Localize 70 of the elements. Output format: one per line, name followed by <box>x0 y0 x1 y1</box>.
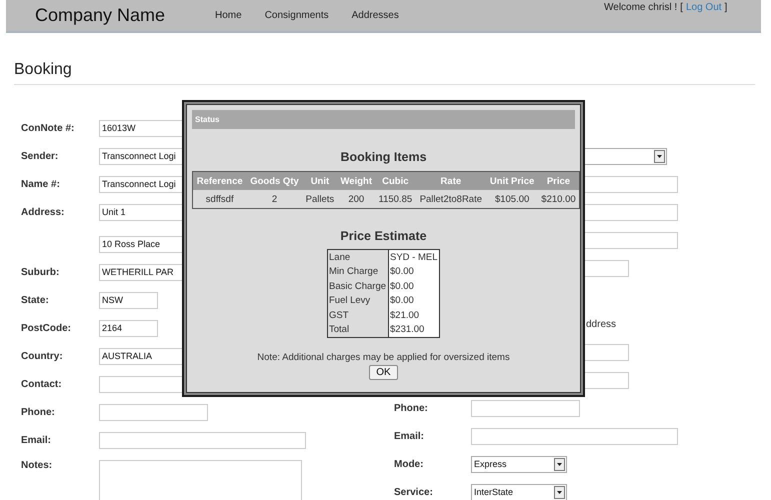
table-cell: Pallet2to8Rate <box>415 190 486 208</box>
field-label: Contact: <box>21 378 63 390</box>
table-cell: $0.00 <box>388 264 440 279</box>
table-cell: SYD - MEL <box>388 250 440 264</box>
input-field[interactable]: NSW <box>99 292 158 308</box>
field-label: Email: <box>394 430 426 442</box>
caret-icon <box>554 486 565 498</box>
table-cell: $210.00 <box>538 190 580 208</box>
field-label: State: <box>21 294 50 306</box>
field-label: Phone: <box>394 402 429 414</box>
field-label: Mode: <box>394 458 424 470</box>
column-header: Rate <box>415 172 486 190</box>
column-header: Cubic <box>375 172 416 190</box>
field-label: Suburb: <box>21 266 60 278</box>
bracket-text: ] <box>724 2 728 13</box>
welcome-text: Welcome chrisl ! <box>604 2 678 13</box>
ok-button[interactable]: OK <box>369 365 398 380</box>
bracket-text: [ <box>680 2 683 13</box>
input-field[interactable] <box>471 428 678 444</box>
table-cell: Fuel Levy <box>328 294 388 308</box>
table-cell: $21.00 <box>388 308 440 322</box>
table-cell: sdffsdf <box>192 190 246 208</box>
table-cell: GST <box>328 308 388 322</box>
nav-link[interactable]: Addresses <box>352 10 399 21</box>
table-cell: $0.00 <box>388 279 440 294</box>
select-field[interactable]: Express <box>471 456 567 472</box>
notes-field[interactable] <box>99 460 302 500</box>
table-cell: 1150.85 <box>375 190 416 208</box>
field-label: Email: <box>21 434 52 446</box>
dialog-title: Status <box>192 110 575 129</box>
field-label: Sender: <box>21 150 60 162</box>
table-cell: $105.00 <box>486 190 538 208</box>
nav-link[interactable]: Home <box>215 10 242 21</box>
field-label: Notes: <box>21 460 54 471</box>
table-cell: Total <box>328 322 388 338</box>
table-cell: $231.00 <box>388 322 440 338</box>
caret-icon <box>554 458 565 470</box>
table-cell: Pallets <box>302 190 338 208</box>
note-text: Note: Additional charges may be applied for oversized items <box>256 352 511 363</box>
column-header: Weight <box>337 172 376 190</box>
column-header: Unit Price <box>486 172 538 190</box>
input-field[interactable]: 2164 <box>99 320 158 336</box>
field-label: ConNote #: <box>21 122 76 134</box>
field-label: Name #: <box>21 178 61 190</box>
field-label: Country: <box>21 350 64 362</box>
input-field[interactable] <box>99 432 306 448</box>
nav-link[interactable]: Consignments <box>264 10 329 21</box>
field-label: Phone: <box>21 406 56 418</box>
table-cell: 200 <box>337 190 376 208</box>
field-label: PostCode: <box>21 322 72 334</box>
column-header: Price <box>538 172 580 190</box>
table-cell: Min Charge <box>328 264 388 279</box>
page-title: Booking <box>14 61 755 85</box>
caret-icon <box>654 150 665 162</box>
section-heading: Price Estimate <box>339 229 428 243</box>
column-header: Unit <box>302 172 338 190</box>
select-field[interactable]: InterState <box>471 484 567 500</box>
table-cell: 2 <box>246 190 303 208</box>
table-cell: $0.00 <box>388 294 440 308</box>
company-name: Company Name <box>35 5 166 26</box>
input-field[interactable] <box>471 400 580 416</box>
column-header: Reference <box>192 172 246 190</box>
table-cell: Basic Charge <box>328 279 388 294</box>
column-header: Goods Qty <box>246 172 303 190</box>
option-text: ddress <box>586 318 616 330</box>
table-cell: Lane <box>328 250 388 264</box>
input-field[interactable] <box>99 404 208 420</box>
field-label: Address: <box>21 206 66 218</box>
section-heading: Booking Items <box>339 150 428 164</box>
field-label: Service: <box>394 486 434 498</box>
